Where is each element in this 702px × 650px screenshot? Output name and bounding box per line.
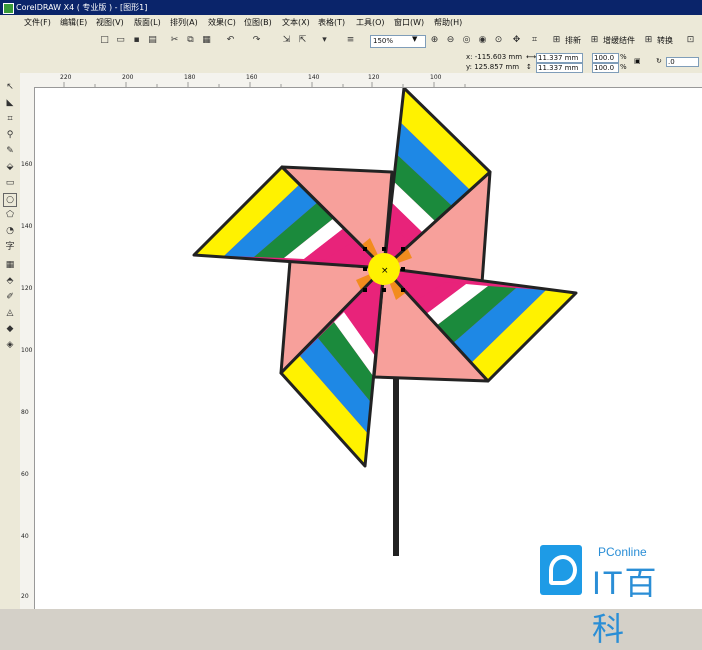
enhance-icon[interactable]: ⊞ — [588, 34, 601, 47]
eyedropper-icon[interactable]: ✐ — [4, 291, 16, 303]
interactive-blend-icon[interactable]: ⬘ — [4, 275, 16, 287]
outline-tool-icon[interactable]: ◬ — [4, 307, 16, 319]
freehand-tool-icon[interactable]: ✎ — [4, 145, 16, 157]
convert-icon[interactable]: ⊞ — [642, 34, 655, 47]
vruler-label: 120 — [21, 285, 33, 292]
zoom-tool-icon[interactable]: ⚲ — [4, 129, 16, 141]
vruler-label: 60 — [21, 471, 29, 478]
paste-icon[interactable]: ▦ — [200, 34, 213, 47]
interactive-fill-icon[interactable]: ◈ — [4, 339, 16, 351]
polygon-tool-icon[interactable]: ⬠ — [4, 209, 16, 221]
scale-y-field[interactable]: 100.0 — [592, 63, 619, 73]
menu-arrange[interactable]: 排列(A) — [170, 17, 198, 29]
undo-icon[interactable]: ↶ — [224, 34, 237, 47]
zoom-page-icon[interactable]: ⊙ — [492, 34, 505, 47]
arrange-icon[interactable]: ⊞ — [550, 34, 563, 47]
menu-file[interactable]: 文件(F) — [24, 17, 51, 29]
vruler-label: 100 — [21, 347, 33, 354]
vruler-label: 160 — [21, 161, 33, 168]
rotation-icon: ↻ — [656, 57, 662, 65]
menu-text[interactable]: 文本(X) — [282, 17, 310, 29]
pick-tool-icon[interactable]: ↖ — [4, 81, 16, 93]
title-bar: CorelDRAW X4 ( 专业版 ) - [图形1] — [0, 0, 702, 15]
zoom-selected-icon[interactable]: ◎ — [460, 34, 473, 47]
width-icon: ⟷ — [526, 53, 537, 61]
logo-small-text: PConline — [598, 545, 647, 559]
rectangle-tool-icon[interactable]: ▭ — [4, 177, 16, 189]
app-icon — [3, 3, 14, 14]
convert-button[interactable]: 转换 — [657, 35, 673, 46]
vertical-ruler[interactable]: 160 140 120 100 80 60 40 20 — [20, 87, 35, 609]
arrange-button[interactable]: 排新 — [565, 35, 581, 46]
menu-help[interactable]: 帮助(H) — [434, 17, 462, 29]
scale-x-field[interactable]: 100.0 — [592, 53, 619, 63]
menu-window[interactable]: 窗口(W) — [394, 17, 424, 29]
menu-view[interactable]: 视图(V) — [96, 17, 124, 29]
redo-icon[interactable]: ↷ — [250, 34, 263, 47]
copy-icon[interactable]: ⧉ — [184, 34, 197, 47]
lock-ratio-icon[interactable]: ▣ — [634, 57, 641, 66]
menu-tools[interactable]: 工具(O) — [356, 17, 385, 29]
import-icon[interactable]: ⇲ — [280, 34, 293, 47]
print-icon[interactable]: ▤ — [146, 34, 159, 47]
new-icon[interactable]: □ — [98, 34, 111, 47]
zoom-value: 150% — [373, 37, 394, 45]
snap-icon[interactable]: ⌗ — [528, 34, 541, 47]
width-field[interactable]: 11.337 mm — [536, 53, 583, 63]
export-icon[interactable]: ⇱ — [296, 34, 309, 47]
menu-edit[interactable]: 编辑(E) — [60, 17, 87, 29]
center-mark-icon: × — [381, 266, 389, 276]
more-icon[interactable]: ⊡ — [684, 34, 697, 47]
enhance-button[interactable]: 增缓结件 — [603, 35, 635, 46]
options-icon[interactable]: ≡ — [344, 34, 357, 47]
menu-effects[interactable]: 效果(C) — [208, 17, 236, 29]
pconline-watermark-logo: PConline IT百科 — [540, 545, 690, 647]
logo-big-text: IT百科 — [592, 565, 659, 647]
chevron-down-icon[interactable]: ▼ — [412, 35, 417, 43]
menu-table[interactable]: 表格(T) — [318, 17, 345, 29]
percent-label-2: % — [620, 63, 627, 71]
vruler-label: 140 — [21, 223, 33, 230]
toolbox: ↖ ◣ ⌗ ⚲ ✎ ⬙ ▭ ○ ⬠ ◔ 字 ▦ ⬘ ✐ ◬ ◆ ◈ — [0, 73, 21, 609]
height-icon: ↕ — [526, 63, 532, 71]
zoom-all-icon[interactable]: ◉ — [476, 34, 489, 47]
window-title: CorelDRAW X4 ( 专业版 ) - [图形1] — [16, 3, 148, 12]
open-icon[interactable]: ▭ — [114, 34, 127, 47]
ellipse-tool-icon[interactable]: ○ — [3, 193, 17, 207]
drawing-canvas[interactable]: × — [35, 88, 702, 609]
zoom-out-icon[interactable]: ⊖ — [444, 34, 457, 47]
vruler-label: 20 — [21, 593, 29, 600]
menu-layout[interactable]: 版面(L) — [134, 17, 161, 29]
pinwheel-drawing[interactable]: × — [35, 88, 702, 609]
height-field[interactable]: 11.337 mm — [536, 63, 583, 73]
smart-fill-icon[interactable]: ⬙ — [4, 161, 16, 173]
zoom-in-icon[interactable]: ⊕ — [428, 34, 441, 47]
menu-bitmaps[interactable]: 位图(B) — [244, 17, 272, 29]
hruler-ticks — [63, 82, 466, 87]
basic-shapes-icon[interactable]: ◔ — [4, 225, 16, 237]
zoom-level-select[interactable]: 150% — [370, 35, 426, 48]
x-position[interactable]: x: -115.603 mm — [466, 53, 522, 62]
percent-label: % — [620, 53, 627, 61]
fill-tool-icon[interactable]: ◆ — [4, 323, 16, 335]
cut-icon[interactable]: ✂ — [168, 34, 181, 47]
save-icon[interactable]: ▪ — [130, 34, 143, 47]
crop-tool-icon[interactable]: ⌗ — [4, 113, 16, 125]
pan-icon[interactable]: ✥ — [510, 34, 523, 47]
table-tool-icon[interactable]: ▦ — [4, 259, 16, 271]
horizontal-ruler[interactable]: 220 200 180 160 140 120 100 — [20, 73, 702, 88]
magnifier-logo-icon — [540, 545, 582, 595]
vruler-label: 80 — [21, 409, 29, 416]
application-launcher-icon[interactable]: ▾ — [318, 34, 331, 47]
standard-toolbar: □ ▭ ▪ ▤ ✂ ⧉ ▦ ↶ ↷ ⇲ ⇱ ▾ ≡ 150% ▼ ⊕ ⊖ ◎ ◉… — [0, 31, 702, 52]
y-position[interactable]: y: 125.857 mm — [466, 63, 519, 72]
shape-tool-icon[interactable]: ◣ — [4, 97, 16, 109]
rotation-field[interactable]: .0 — [666, 57, 699, 67]
text-tool-icon[interactable]: 字 — [4, 241, 16, 253]
vruler-label: 40 — [21, 533, 29, 540]
property-bar: x: -115.603 mm y: 125.857 mm ⟷ ↕ 11.337 … — [0, 51, 702, 74]
menu-bar: 文件(F) 编辑(E) 视图(V) 版面(L) 排列(A) 效果(C) 位图(B… — [0, 15, 702, 32]
